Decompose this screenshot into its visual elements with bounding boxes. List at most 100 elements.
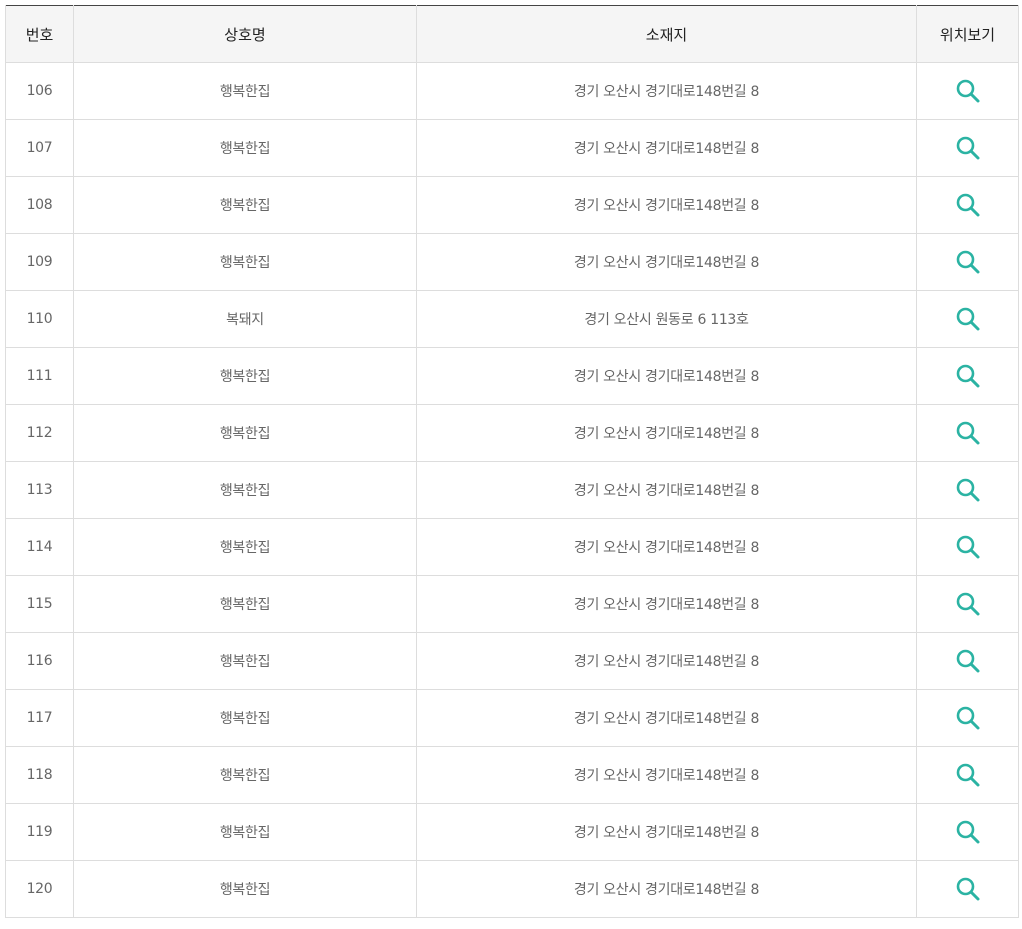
store-list-table-container: 번호 상호명 소재지 위치보기 106 행복한집 경기 오산시 경기대로148번길 … xyxy=(5,5,1019,918)
row-number: 108 xyxy=(5,176,74,234)
row-address: 경기 오산시 경기대로148번길 8 xyxy=(416,62,917,120)
search-icon xyxy=(956,364,979,388)
view-location-button[interactable] xyxy=(955,363,981,389)
table-row: 115 행복한집 경기 오산시 경기대로148번길 8 xyxy=(5,575,1019,633)
row-number: 118 xyxy=(5,746,74,804)
row-number: 119 xyxy=(5,803,74,861)
row-view-location-cell xyxy=(916,746,1019,804)
table-header-row: 번호 상호명 소재지 위치보기 xyxy=(5,5,1019,63)
row-number: 116 xyxy=(5,632,74,690)
table-row: 116 행복한집 경기 오산시 경기대로148번길 8 xyxy=(5,632,1019,690)
table-row: 114 행복한집 경기 오산시 경기대로148번길 8 xyxy=(5,518,1019,576)
view-location-button[interactable] xyxy=(955,705,981,731)
search-icon xyxy=(956,763,979,787)
row-store-name: 행복한집 xyxy=(73,176,417,234)
row-address: 경기 오산시 경기대로148번길 8 xyxy=(416,632,917,690)
table-row: 113 행복한집 경기 오산시 경기대로148번길 8 xyxy=(5,461,1019,519)
row-store-name: 행복한집 xyxy=(73,62,417,120)
row-address: 경기 오산시 경기대로148번길 8 xyxy=(416,518,917,576)
table-row: 117 행복한집 경기 오산시 경기대로148번길 8 xyxy=(5,689,1019,747)
search-icon xyxy=(956,79,979,103)
row-address: 경기 오산시 경기대로148번길 8 xyxy=(416,176,917,234)
view-location-button[interactable] xyxy=(955,591,981,617)
view-location-button[interactable] xyxy=(955,762,981,788)
search-icon xyxy=(956,592,979,616)
search-icon xyxy=(956,478,979,502)
view-location-button[interactable] xyxy=(955,420,981,446)
view-location-button[interactable] xyxy=(955,192,981,218)
search-icon xyxy=(956,193,979,217)
header-view-location: 위치보기 xyxy=(916,5,1019,63)
row-store-name: 행복한집 xyxy=(73,404,417,462)
row-number: 109 xyxy=(5,233,74,291)
row-store-name: 행복한집 xyxy=(73,632,417,690)
search-icon xyxy=(956,649,979,673)
row-address: 경기 오산시 경기대로148번길 8 xyxy=(416,404,917,462)
row-number: 110 xyxy=(5,290,74,348)
search-icon xyxy=(956,136,979,160)
header-number: 번호 xyxy=(5,5,74,63)
table-row: 118 행복한집 경기 오산시 경기대로148번길 8 xyxy=(5,746,1019,804)
row-view-location-cell xyxy=(916,860,1019,918)
row-store-name: 행복한집 xyxy=(73,347,417,405)
table-body: 106 행복한집 경기 오산시 경기대로148번길 8 107 행복한집 경기 오산시 경… xyxy=(5,62,1019,918)
table-row: 111 행복한집 경기 오산시 경기대로148번길 8 xyxy=(5,347,1019,405)
row-number: 112 xyxy=(5,404,74,462)
row-store-name: 행복한집 xyxy=(73,689,417,747)
search-icon xyxy=(956,706,979,730)
view-location-button[interactable] xyxy=(955,249,981,275)
row-view-location-cell xyxy=(916,176,1019,234)
search-icon xyxy=(956,535,979,559)
row-store-name: 행복한집 xyxy=(73,803,417,861)
table-row: 110 복돼지 경기 오산시 원동로 6 113호 xyxy=(5,290,1019,348)
row-store-name: 행복한집 xyxy=(73,860,417,918)
row-address: 경기 오산시 경기대로148번길 8 xyxy=(416,803,917,861)
row-store-name: 행복한집 xyxy=(73,461,417,519)
row-view-location-cell xyxy=(916,62,1019,120)
row-address: 경기 오산시 경기대로148번길 8 xyxy=(416,347,917,405)
store-list-table: 번호 상호명 소재지 위치보기 106 행복한집 경기 오산시 경기대로148번길 … xyxy=(5,5,1019,918)
row-address: 경기 오산시 경기대로148번길 8 xyxy=(416,461,917,519)
row-number: 120 xyxy=(5,860,74,918)
row-store-name: 행복한집 xyxy=(73,518,417,576)
row-store-name: 행복한집 xyxy=(73,233,417,291)
search-icon xyxy=(956,250,979,274)
row-view-location-cell xyxy=(916,347,1019,405)
row-view-location-cell xyxy=(916,404,1019,462)
row-address: 경기 오산시 경기대로148번길 8 xyxy=(416,689,917,747)
table-row: 106 행복한집 경기 오산시 경기대로148번길 8 xyxy=(5,62,1019,120)
view-location-button[interactable] xyxy=(955,135,981,161)
row-view-location-cell xyxy=(916,689,1019,747)
view-location-button[interactable] xyxy=(955,306,981,332)
row-view-location-cell xyxy=(916,461,1019,519)
table-row: 109 행복한집 경기 오산시 경기대로148번길 8 xyxy=(5,233,1019,291)
row-store-name: 행복한집 xyxy=(73,575,417,633)
row-address: 경기 오산시 경기대로148번길 8 xyxy=(416,746,917,804)
table-row: 107 행복한집 경기 오산시 경기대로148번길 8 xyxy=(5,119,1019,177)
row-store-name: 행복한집 xyxy=(73,119,417,177)
row-view-location-cell xyxy=(916,233,1019,291)
row-number: 114 xyxy=(5,518,74,576)
row-store-name: 행복한집 xyxy=(73,746,417,804)
row-store-name: 복돼지 xyxy=(73,290,417,348)
row-view-location-cell xyxy=(916,575,1019,633)
row-number: 107 xyxy=(5,119,74,177)
view-location-button[interactable] xyxy=(955,648,981,674)
view-location-button[interactable] xyxy=(955,819,981,845)
table-row: 119 행복한집 경기 오산시 경기대로148번길 8 xyxy=(5,803,1019,861)
row-address: 경기 오산시 경기대로148번길 8 xyxy=(416,575,917,633)
view-location-button[interactable] xyxy=(955,78,981,104)
search-icon xyxy=(956,421,979,445)
view-location-button[interactable] xyxy=(955,477,981,503)
table-row: 108 행복한집 경기 오산시 경기대로148번길 8 xyxy=(5,176,1019,234)
row-number: 113 xyxy=(5,461,74,519)
search-icon xyxy=(956,877,979,901)
row-number: 111 xyxy=(5,347,74,405)
view-location-button[interactable] xyxy=(955,876,981,902)
row-address: 경기 오산시 경기대로148번길 8 xyxy=(416,860,917,918)
search-icon xyxy=(956,307,979,331)
view-location-button[interactable] xyxy=(955,534,981,560)
row-view-location-cell xyxy=(916,518,1019,576)
header-store-name: 상호명 xyxy=(73,5,417,63)
row-view-location-cell xyxy=(916,803,1019,861)
